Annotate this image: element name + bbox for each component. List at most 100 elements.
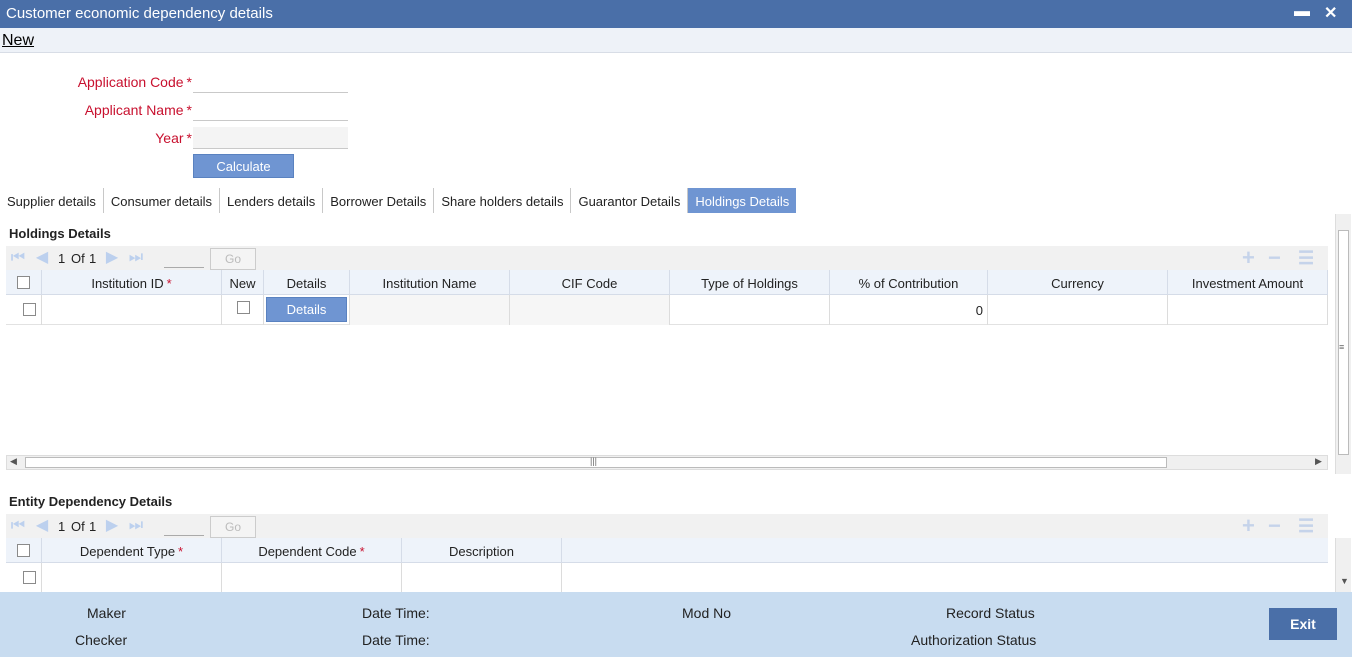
- institution-id-cell[interactable]: [42, 295, 222, 325]
- authorization-status-label: Authorization Status: [911, 632, 1037, 648]
- required-mark: *: [186, 102, 192, 118]
- holdings-table-header: Institution ID * New Details Institution …: [6, 270, 1328, 295]
- scroll-left-icon[interactable]: ◀: [10, 456, 17, 467]
- exit-button[interactable]: Exit: [1269, 608, 1337, 640]
- tab-guarantor-details[interactable]: Guarantor Details: [571, 188, 689, 213]
- add-row-icon[interactable]: +: [1242, 247, 1255, 269]
- pager-current: 1: [58, 519, 66, 534]
- table-row: Details 0: [6, 295, 1328, 325]
- col-new: New: [222, 270, 264, 295]
- table-row: [6, 563, 1328, 593]
- entity-table-header: Dependent Type * Dependent Code * Descript…: [6, 538, 1328, 563]
- entity-vertical-scrollbar[interactable]: ▼: [1335, 538, 1351, 592]
- calculate-button[interactable]: Calculate: [193, 154, 294, 178]
- new-link[interactable]: New: [2, 32, 34, 50]
- new-checkbox[interactable]: [237, 301, 250, 314]
- row-select-checkbox[interactable]: [23, 303, 36, 316]
- mod-no-label: Mod No: [682, 605, 732, 621]
- maker-date-time-label: Date Time:: [362, 605, 430, 621]
- view-row-icon[interactable]: ☰: [1298, 515, 1314, 537]
- previous-page-icon[interactable]: ◀: [32, 249, 52, 267]
- col-institution-name: Institution Name: [350, 270, 510, 295]
- row-select-cell: [6, 295, 42, 325]
- year-input[interactable]: [193, 127, 348, 149]
- page-number-input[interactable]: [164, 248, 204, 268]
- select-all-checkbox[interactable]: [17, 544, 30, 557]
- last-page-icon[interactable]: ⏭: [126, 517, 146, 535]
- description-cell[interactable]: [402, 563, 562, 593]
- col-dependent-code: Dependent Code *: [222, 538, 402, 563]
- row-select-cell: [6, 563, 42, 593]
- tab-share-holders-details[interactable]: Share holders details: [434, 188, 572, 213]
- currency-cell[interactable]: [988, 295, 1168, 325]
- institution-name-cell: [350, 295, 510, 325]
- audit-footer: [0, 592, 1352, 657]
- window-title: Customer economic dependency details: [6, 5, 273, 22]
- required-mark: *: [186, 130, 192, 146]
- scroll-down-icon[interactable]: ▼: [1340, 576, 1349, 586]
- checker-label: Checker: [75, 632, 128, 648]
- application-code-input[interactable]: [193, 71, 348, 93]
- delete-row-icon[interactable]: −: [1268, 515, 1281, 537]
- action-toolbar: New: [0, 28, 1352, 53]
- required-mark: *: [186, 74, 192, 90]
- col-currency: Currency: [988, 270, 1168, 295]
- minimize-icon[interactable]: ▬: [1294, 3, 1310, 21]
- tab-lenders-details[interactable]: Lenders details: [220, 188, 324, 213]
- row-select-checkbox[interactable]: [23, 571, 36, 584]
- first-page-icon[interactable]: ⏮: [8, 249, 28, 267]
- investment-amount-cell[interactable]: [1168, 295, 1328, 325]
- dependent-type-cell[interactable]: [42, 563, 222, 593]
- year-label: Year *: [155, 130, 192, 146]
- select-all-checkbox[interactable]: [17, 276, 30, 289]
- next-page-icon[interactable]: ▶: [102, 249, 122, 267]
- next-page-icon[interactable]: ▶: [102, 517, 122, 535]
- holdings-section-title: Holdings Details: [9, 226, 111, 241]
- new-cell: [222, 295, 264, 325]
- col-description: Description: [402, 538, 562, 563]
- tab-consumer-details[interactable]: Consumer details: [104, 188, 221, 213]
- applicant-name-label: Applicant Name *: [84, 102, 192, 118]
- last-page-icon[interactable]: ⏭: [126, 249, 146, 267]
- col-investment-amount: Investment Amount: [1168, 270, 1328, 295]
- first-page-icon[interactable]: ⏮: [8, 517, 28, 535]
- previous-page-icon[interactable]: ◀: [32, 517, 52, 535]
- application-code-label: Application Code *: [77, 74, 192, 90]
- go-button[interactable]: Go: [210, 516, 256, 538]
- pager-of: Of: [71, 519, 85, 534]
- holdings-pager-bar: ⏮ ◀ 1 Of 1 ▶ ⏭ Go + − ☰: [6, 246, 1328, 270]
- col-details: Details: [264, 270, 350, 295]
- details-cell: Details: [264, 295, 350, 325]
- dependent-code-cell[interactable]: [222, 563, 402, 593]
- scroll-right-icon[interactable]: ▶: [1315, 456, 1322, 467]
- holdings-vertical-scrollbar[interactable]: ≡: [1335, 214, 1351, 474]
- tab-holdings-details[interactable]: Holdings Details: [688, 188, 797, 213]
- col-cif-code: CIF Code: [510, 270, 670, 295]
- holdings-horizontal-scrollbar[interactable]: ◀ ||| ▶: [6, 455, 1328, 470]
- tab-supplier-details[interactable]: Supplier details: [0, 188, 104, 213]
- close-icon[interactable]: ✕: [1324, 3, 1337, 23]
- tab-borrower-details[interactable]: Borrower Details: [323, 188, 435, 213]
- add-row-icon[interactable]: +: [1242, 515, 1255, 537]
- select-all-cell: [6, 538, 42, 563]
- entity-section-title: Entity Dependency Details: [9, 494, 173, 509]
- checker-date-time-label: Date Time:: [362, 632, 430, 648]
- select-all-cell: [6, 270, 42, 295]
- col-institution-id: Institution ID *: [42, 270, 222, 295]
- pager-total: 1: [89, 519, 97, 534]
- page-number-input[interactable]: [164, 516, 204, 536]
- scroll-grip-icon: |||: [590, 456, 598, 466]
- type-of-holdings-cell[interactable]: [670, 295, 830, 325]
- pct-contribution-cell[interactable]: 0: [830, 295, 988, 325]
- details-button[interactable]: Details: [266, 297, 347, 322]
- tab-strip: Supplier details Consumer details Lender…: [0, 188, 797, 213]
- delete-row-icon[interactable]: −: [1268, 247, 1281, 269]
- view-row-icon[interactable]: ☰: [1298, 247, 1314, 269]
- pager-of: Of: [71, 251, 85, 266]
- col-type-of-holdings: Type of Holdings: [670, 270, 830, 295]
- scroll-grip-icon: ≡: [1339, 342, 1345, 352]
- applicant-name-input[interactable]: [193, 99, 348, 121]
- record-status-label: Record Status: [946, 605, 1035, 621]
- cif-code-cell: [510, 295, 670, 325]
- go-button[interactable]: Go: [210, 248, 256, 270]
